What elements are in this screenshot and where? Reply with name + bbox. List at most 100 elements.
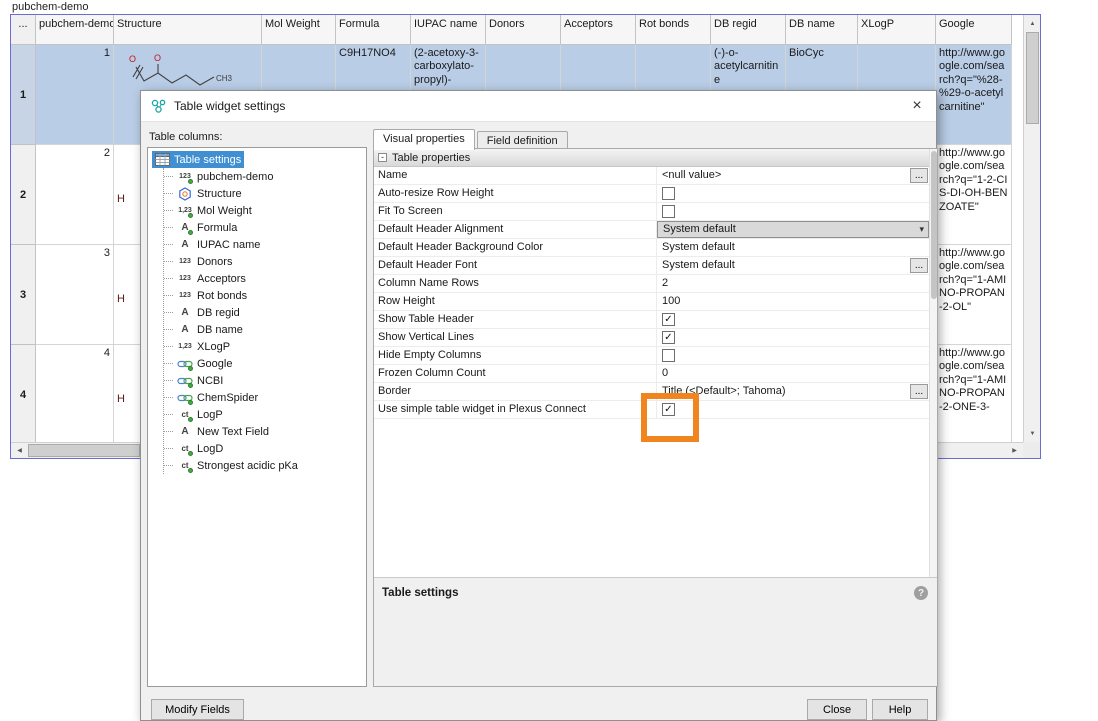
value-column-name-rows[interactable]: 2 (657, 275, 929, 292)
tree-item-google[interactable]: Google (164, 355, 366, 372)
checkbox-show-vertical-lines[interactable]: ✓ (662, 331, 675, 344)
tree-item-label: Acceptors (197, 273, 246, 285)
grid-corner-button[interactable]: ... (11, 15, 36, 45)
integer-field-icon: 123 (176, 288, 194, 303)
tree-item-table-settings[interactable]: Table settings (150, 151, 366, 168)
tree-item-ncbi[interactable]: NCBI (164, 372, 366, 389)
decimal-field-icon: 1,23 (176, 203, 194, 218)
tree-item-label: Mol Weight (197, 205, 252, 217)
tree-item-pubchem-demo[interactable]: 123pubchem-demo (164, 168, 366, 185)
column-header-google[interactable]: Google (936, 15, 1012, 45)
tree-item-donors[interactable]: 123Donors (164, 253, 366, 270)
scroll-up-icon[interactable]: ▲ (1025, 16, 1040, 31)
tree-item-label: ChemSpider (197, 392, 258, 404)
close-button[interactable]: Close (807, 699, 867, 720)
cell-google-row-4[interactable]: http://www.google.com/search?q="1-AMINO-… (936, 345, 1012, 442)
property-name: Column Name Rows (374, 275, 657, 292)
tree-item-structure[interactable]: Structure (164, 185, 366, 202)
checkbox-show-table-header[interactable]: ✓ (662, 313, 675, 326)
checkbox-fit-to-screen[interactable] (662, 205, 675, 218)
column-header-formula[interactable]: Formula (336, 15, 411, 45)
tree-item-rot-bonds[interactable]: 123Rot bonds (164, 287, 366, 304)
row-header-2[interactable]: 2 (11, 145, 36, 245)
column-header-acceptors[interactable]: Acceptors (561, 15, 636, 45)
row-header-4[interactable]: 4 (11, 345, 36, 442)
cell-google-row-1[interactable]: http://www.google.com/search?q="%28-%29-… (936, 45, 1012, 145)
properties-scroll-thumb[interactable] (931, 151, 937, 299)
cell-pubchem-demo-row-1[interactable]: 1 (36, 45, 114, 145)
atom-label: O (154, 53, 161, 63)
vertical-scroll-thumb[interactable] (1026, 32, 1039, 124)
modify-fields-button[interactable]: Modify Fields (151, 699, 244, 720)
scroll-left-icon[interactable]: ◀ (12, 443, 27, 458)
column-header-db-name[interactable]: DB name (786, 15, 858, 45)
tree-item-label: Google (197, 358, 232, 370)
ellipsis-button-border[interactable]: ... (910, 384, 928, 399)
value-default-header-alignment[interactable]: System default▾ (657, 221, 929, 238)
ellipsis-button-default-header-font[interactable]: ... (910, 258, 928, 273)
chemical-terms-field-icon: ct (176, 407, 194, 422)
visual-properties-panel: - Table properties Name<null value>...Au… (373, 148, 938, 687)
value-default-header-font[interactable]: System default... (657, 257, 929, 274)
green-dot-icon (188, 366, 193, 371)
tree-item-logd[interactable]: ctLogD (164, 440, 366, 457)
dialog-title-bar[interactable]: Table widget settings × (141, 91, 936, 122)
property-name: Row Height (374, 293, 657, 310)
tree-item-content: NCBI (175, 372, 226, 389)
tree-item-label: Structure (197, 188, 242, 200)
checkbox-auto-resize-row-height[interactable] (662, 187, 675, 200)
tree-item-xlogp[interactable]: 1,23XLogP (164, 338, 366, 355)
column-header-donors[interactable]: Donors (486, 15, 561, 45)
tree-item-acceptors[interactable]: 123Acceptors (164, 270, 366, 287)
tree-item-iupac-name[interactable]: AIUPAC name (164, 236, 366, 253)
tree-item-formula[interactable]: AFormula (164, 219, 366, 236)
properties-scrollbar[interactable] (929, 149, 937, 577)
value-name[interactable]: <null value>... (657, 167, 929, 184)
column-header-pubchem-demo[interactable]: pubchem-demo (36, 15, 114, 45)
cell-google-row-3[interactable]: http://www.google.com/search?q="1-AMINO-… (936, 245, 1012, 345)
tree-item-chemspider[interactable]: ChemSpider (164, 389, 366, 406)
tree-item-db-name[interactable]: ADB name (164, 321, 366, 338)
tree-item-content: ADB name (175, 321, 246, 338)
column-header-xlogp[interactable]: XLogP (858, 15, 936, 45)
cell-google-row-2[interactable]: http://www.google.com/search?q="1-2-CIS-… (936, 145, 1012, 245)
window-tab-label[interactable]: pubchem-demo (12, 1, 88, 13)
ellipsis-button-name[interactable]: ... (910, 168, 928, 183)
column-header-structure[interactable]: Structure (114, 15, 262, 45)
value-default-header-background-color[interactable]: System default (657, 239, 929, 256)
checkbox-hide-empty-columns[interactable] (662, 349, 675, 362)
property-value-text: 0 (662, 367, 668, 379)
tree-item-logp[interactable]: ctLogP (164, 406, 366, 423)
help-icon[interactable]: ? (914, 586, 928, 600)
row-header-3[interactable]: 3 (11, 245, 36, 345)
value-border[interactable]: Title (<Default>; Tahoma)... (657, 383, 929, 400)
column-header-db-regid[interactable]: DB regid (711, 15, 786, 45)
scroll-right-icon[interactable]: ▶ (1007, 443, 1022, 458)
column-header-rot-bonds[interactable]: Rot bonds (636, 15, 711, 45)
value-row-height[interactable]: 100 (657, 293, 929, 310)
scroll-down-icon[interactable]: ▼ (1025, 426, 1040, 441)
collapse-icon[interactable]: - (378, 153, 387, 162)
column-header-iupac-name[interactable]: IUPAC name (411, 15, 486, 45)
tree-item-content: AIUPAC name (175, 236, 263, 253)
row-header-1[interactable]: 1 (11, 45, 36, 145)
tree-item-mol-weight[interactable]: 1,23Mol Weight (164, 202, 366, 219)
column-header-mol-weight[interactable]: Mol Weight (262, 15, 336, 45)
cell-pubchem-demo-row-4[interactable]: 4 (36, 345, 114, 442)
vertical-scrollbar[interactable]: ▲ ▼ (1023, 15, 1040, 442)
tree-item-strongest-acidic-pka[interactable]: ctStrongest acidic pKa (164, 457, 366, 474)
tab-visual-properties[interactable]: Visual properties (373, 129, 475, 150)
value-frozen-column-count[interactable]: 0 (657, 365, 929, 382)
horizontal-scroll-thumb[interactable] (28, 444, 140, 457)
property-group-header[interactable]: - Table properties (374, 149, 929, 167)
tree-item-label: LogP (197, 409, 223, 421)
property-row-name: Name<null value>... (374, 167, 929, 185)
tree-item-db-regid[interactable]: ADB regid (164, 304, 366, 321)
checkbox-use-simple-table-widget-in-plexus-connect[interactable]: ✓ (662, 403, 675, 416)
tree-item-new-text-field[interactable]: ANew Text Field (164, 423, 366, 440)
cell-pubchem-demo-row-2[interactable]: 2 (36, 145, 114, 245)
help-button[interactable]: Help (872, 699, 928, 720)
close-icon[interactable]: × (907, 97, 927, 115)
property-rows: Name<null value>...Auto-resize Row Heigh… (374, 167, 929, 419)
cell-pubchem-demo-row-3[interactable]: 3 (36, 245, 114, 345)
